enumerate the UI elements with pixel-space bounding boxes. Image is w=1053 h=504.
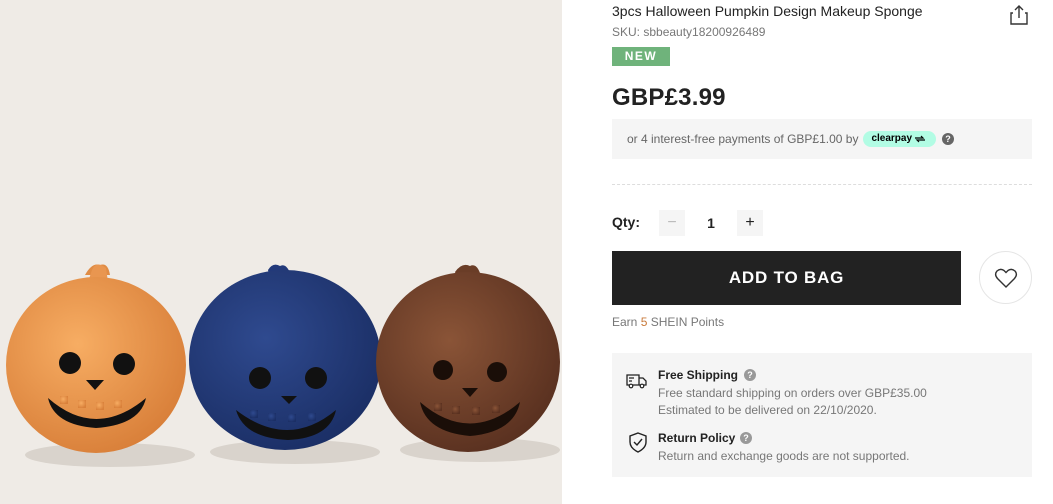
clearpay-label: clearpay (871, 133, 913, 144)
quantity-increase-button[interactable]: + (737, 210, 763, 236)
quantity-stepper: − 1 + (659, 210, 763, 236)
points-suffix: SHEIN Points (647, 315, 725, 329)
installment-text: or 4 interest-free payments of GBP£1.00 … (627, 132, 859, 146)
pumpkin-sponges-illustration (6, 264, 560, 467)
installment-help-icon[interactable]: ? (942, 133, 955, 145)
quantity-label: Qty: (612, 214, 640, 230)
return-policy-title: Return Policy (658, 431, 736, 445)
shipping-line-1: Free standard shipping on orders over GB… (658, 386, 927, 400)
return-line-1: Return and exchange goods are not suppor… (658, 449, 910, 463)
quantity-decrease-button[interactable]: − (659, 210, 685, 236)
product-image[interactable] (0, 0, 562, 504)
points-prefix: Earn (612, 315, 641, 329)
clearpay-badge[interactable]: clearpay (863, 131, 937, 147)
new-badge: NEW (612, 47, 670, 66)
share-icon[interactable] (1009, 4, 1029, 26)
blue-pumpkin-sponge (189, 264, 381, 450)
shipping-line-2: Estimated to be delivered on 22/10/2020. (658, 403, 877, 417)
product-sku: SKU: sbbeauty18200926489 (612, 25, 766, 39)
installment-info: or 4 interest-free payments of GBP£1.00 … (612, 119, 1032, 159)
add-to-bag-button[interactable]: ADD TO BAG (612, 251, 961, 305)
brown-pumpkin-sponge (376, 264, 560, 452)
quantity-input[interactable]: 1 (685, 210, 737, 236)
shield-check-icon (627, 431, 649, 453)
shipping-help-icon[interactable]: ? (744, 369, 756, 381)
clearpay-arrows-icon (915, 135, 926, 143)
wishlist-button[interactable] (979, 251, 1032, 304)
product-price: GBP£3.99 (612, 84, 726, 111)
points-info: Earn 5 SHEIN Points (612, 315, 724, 329)
service-info: Free Shipping ? Free standard shipping o… (612, 353, 1032, 477)
heart-icon (994, 268, 1017, 288)
product-title: 3pcs Halloween Pumpkin Design Makeup Spo… (612, 3, 923, 19)
divider (612, 184, 1032, 185)
orange-pumpkin-sponge (6, 264, 186, 453)
return-help-icon[interactable]: ? (740, 432, 752, 444)
free-shipping-title: Free Shipping (658, 368, 739, 382)
truck-icon (626, 369, 648, 391)
